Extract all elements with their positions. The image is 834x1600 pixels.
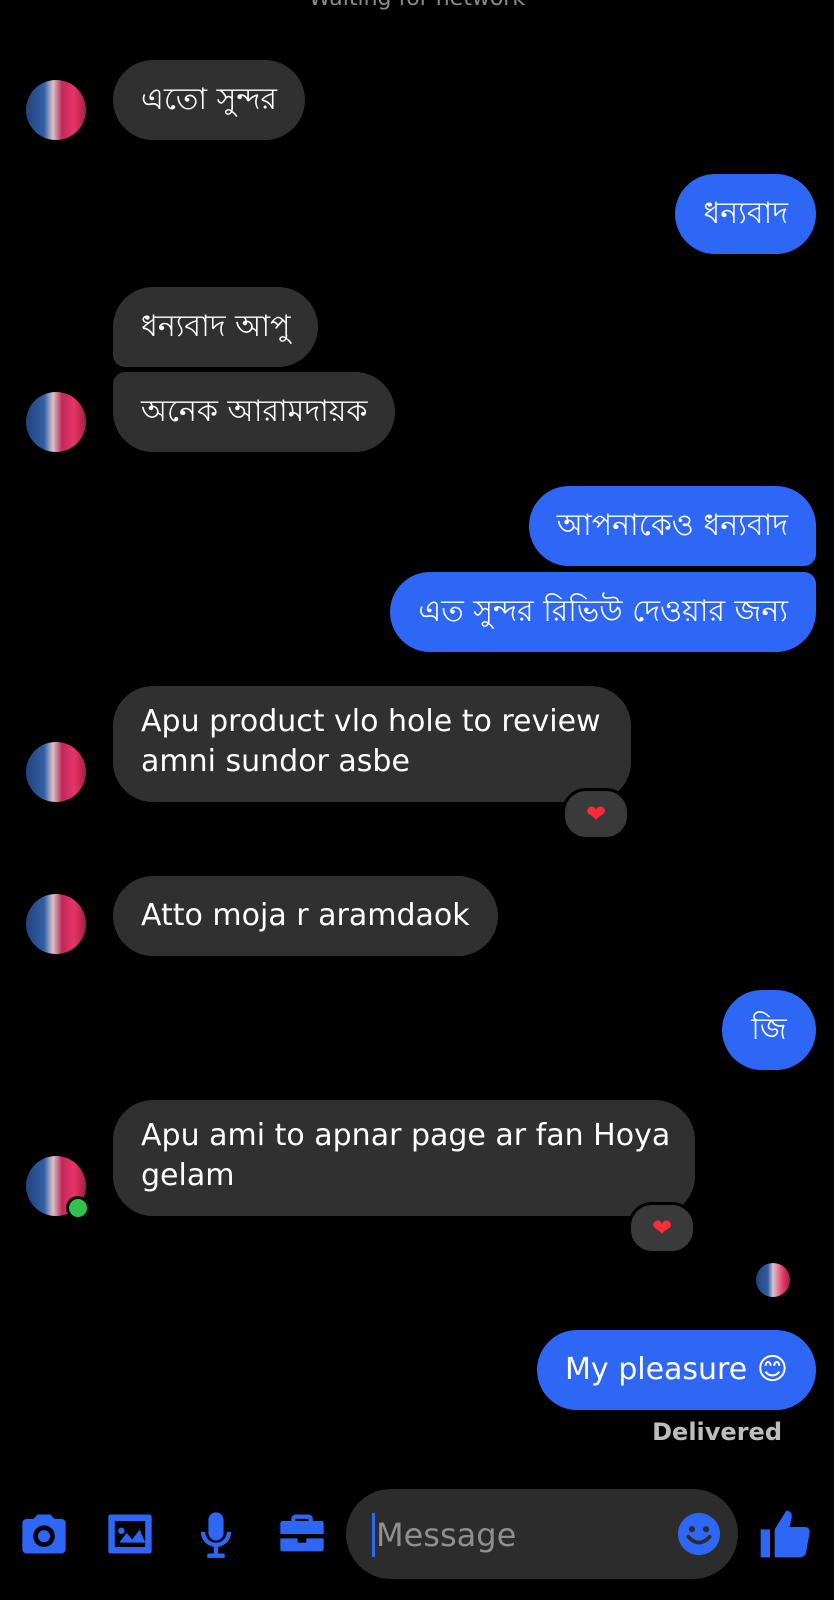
delivery-status: Delivered [652,1418,782,1446]
briefcase-icon[interactable] [276,1508,328,1560]
message-bubble-received[interactable]: ধন্যবাদ আপু [113,287,319,367]
message-text-line: Apu product vlo hole to review [141,704,601,739]
network-status: Waiting for network [0,0,834,11]
heart-reaction-icon[interactable]: ❤ [562,788,630,840]
image-icon[interactable] [104,1508,156,1560]
thumbs-up-icon[interactable] [756,1506,812,1562]
message-text-line: Apu ami to apnar page ar fan Hoya [141,1118,671,1153]
message-text: ধন্যবাদ [703,196,788,231]
contact-avatar[interactable] [26,80,86,140]
message-bubble-received[interactable]: অনেক আরামদায়ক [113,372,396,452]
message-text: এতো সুন্দর [141,82,278,117]
message-text: আপনাকেও ধন্যবাদ [556,508,788,543]
seen-avatar [756,1263,790,1297]
emoji-icon[interactable] [676,1511,722,1557]
online-status-icon [66,1196,90,1220]
message-bubble-received[interactable]: Apu ami to apnar page ar fan Hoya gelam [113,1100,695,1216]
camera-icon[interactable] [18,1508,70,1560]
contact-avatar[interactable] [26,894,86,954]
message-text: My pleasure 😊 [565,1352,788,1387]
message-bubble-sent[interactable]: জি [722,990,816,1070]
contact-avatar[interactable] [26,1156,90,1220]
message-text: অনেক আরামদায়ক [141,394,368,429]
message-bubble-sent[interactable]: আপনাকেও ধন্যবাদ [528,486,816,566]
contact-avatar[interactable] [26,742,86,802]
message-text-line: gelam [141,1158,235,1193]
message-bubble-received[interactable]: এতো সুন্দর [113,60,306,140]
text-cursor [372,1513,375,1557]
message-bubble-received[interactable]: Apu product vlo hole to review amni sund… [113,686,631,802]
message-input[interactable]: Message [346,1489,738,1579]
message-text: Atto moja r aramdaok [141,898,470,933]
microphone-icon[interactable] [190,1508,242,1560]
message-bubble-sent[interactable]: এত সুন্দর রিভিউ দেওয়ার জন্য [390,572,816,652]
message-bubble-sent[interactable]: ধন্যবাদ [675,174,816,254]
message-text-line: amni sundor asbe [141,744,410,779]
message-text: এত সুন্দর রিভিউ দেওয়ার জন্য [418,594,788,629]
contact-avatar[interactable] [26,392,86,452]
message-text: ধন্যবাদ আপু [141,309,291,344]
message-bubble-sent[interactable]: My pleasure 😊 [537,1330,816,1410]
message-bubble-received[interactable]: Atto moja r aramdaok [113,876,498,956]
message-text: জি [751,1012,787,1047]
heart-reaction-icon[interactable]: ❤ [628,1202,696,1254]
message-placeholder: Message [376,1516,517,1554]
